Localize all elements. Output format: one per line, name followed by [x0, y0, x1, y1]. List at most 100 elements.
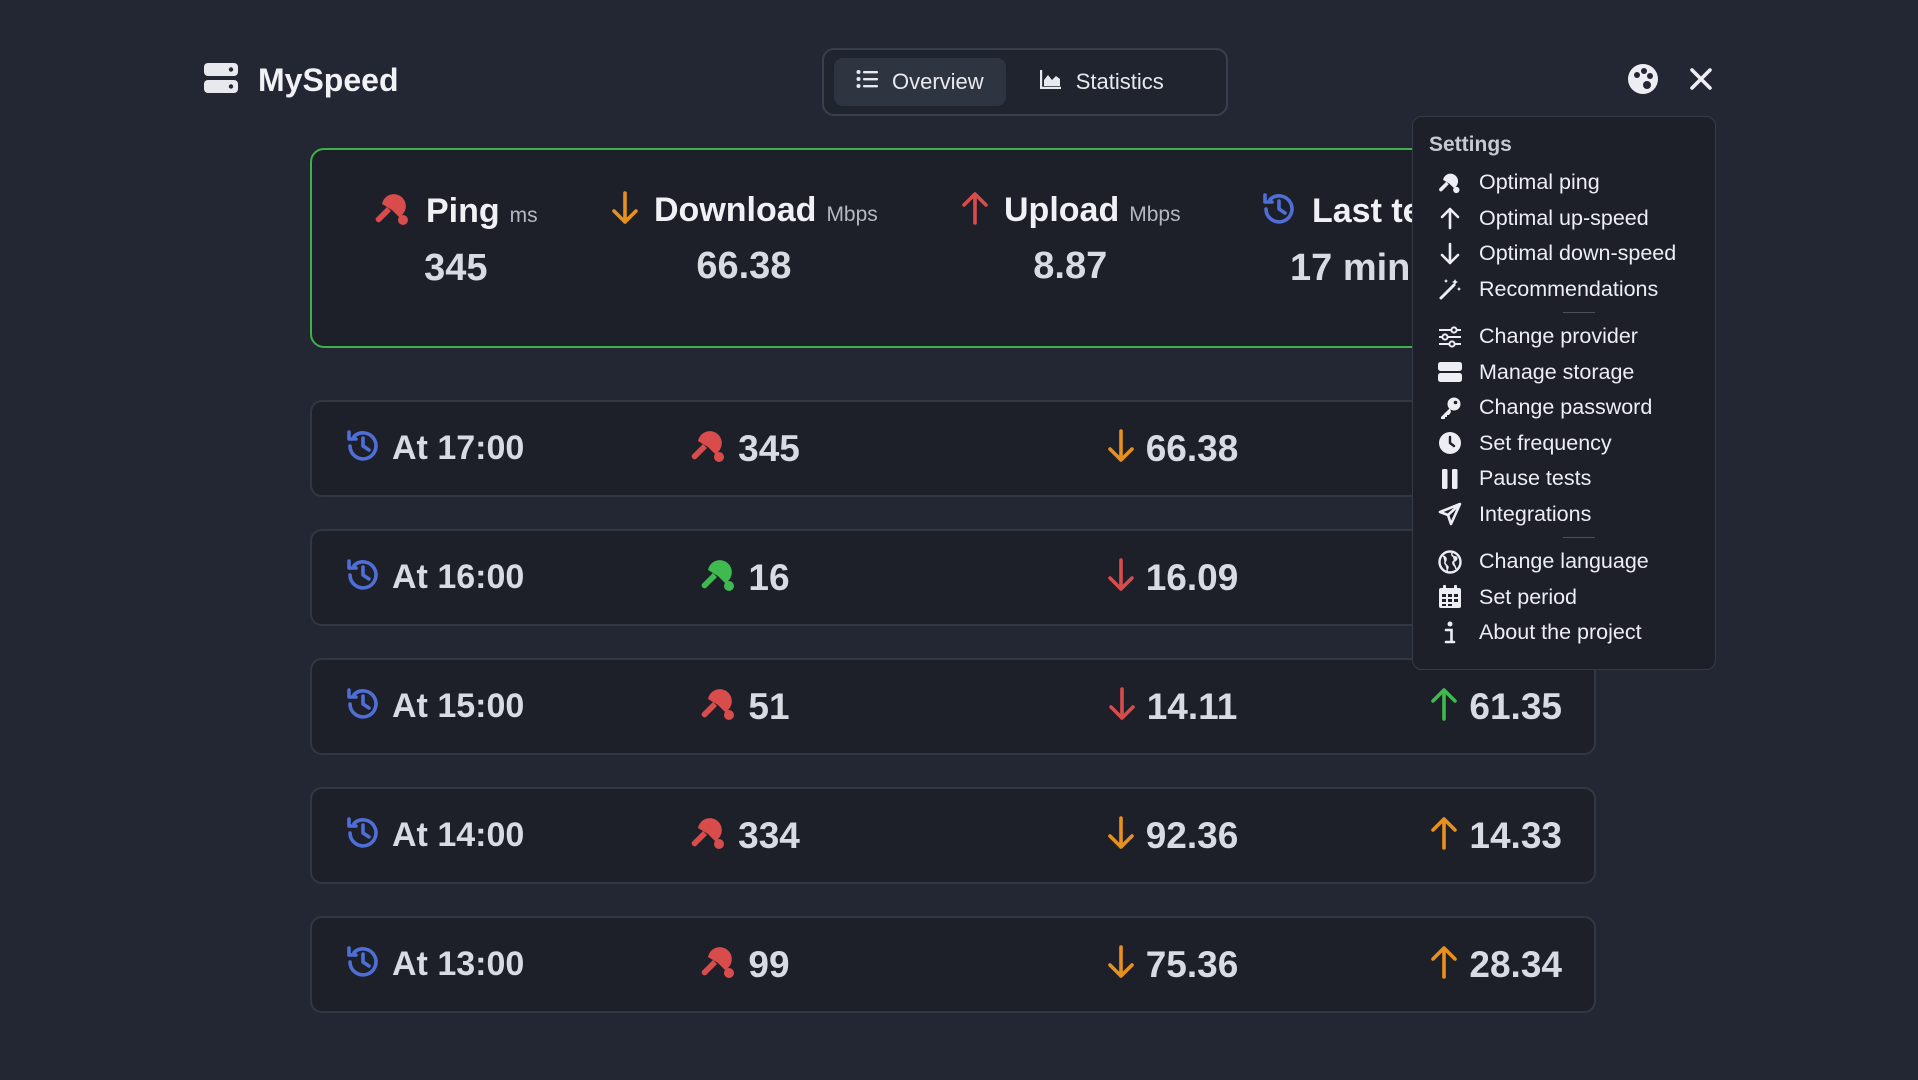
- ping-pong-icon: [690, 427, 728, 470]
- ping-value: 345: [424, 247, 488, 289]
- arrow-up-icon: [960, 190, 990, 231]
- tab-overview[interactable]: Overview: [834, 58, 1006, 106]
- ping-unit: ms: [509, 203, 538, 227]
- menu-item-optimal-up-speed[interactable]: Optimal up-speed: [1427, 201, 1701, 237]
- arrow-down-icon: [1437, 241, 1463, 267]
- download-unit: Mbps: [826, 202, 878, 226]
- menu-divider: [1427, 532, 1701, 544]
- menu-item-label: Recommendations: [1479, 276, 1659, 301]
- summary-upload: Upload Mbps 8.87: [960, 190, 1181, 288]
- menu-item-change-language[interactable]: Change language: [1427, 544, 1701, 580]
- settings-menu: Settings Optimal ping Optimal up-speed O…: [1412, 116, 1716, 670]
- menu-item-change-provider[interactable]: Change provider: [1427, 319, 1701, 355]
- summary-last-test: Last te 17 min: [1260, 190, 1422, 290]
- last-test-label: Last te: [1312, 192, 1422, 230]
- row-upload: 14.33: [1429, 789, 1562, 882]
- row-ping-value: 16: [748, 556, 790, 598]
- arrow-up-icon: [1437, 205, 1463, 231]
- row-download: 66.38: [872, 402, 1472, 495]
- upload-value: 8.87: [1033, 245, 1108, 287]
- download-label: Download: [654, 191, 817, 229]
- menu-item-label: Set period: [1479, 584, 1578, 609]
- test-row[interactable]: At 14:00 334 92.36 14.33: [310, 787, 1596, 884]
- palette-button[interactable]: [1626, 63, 1660, 98]
- arrow-down-icon: [610, 190, 640, 231]
- history-icon: [1260, 190, 1298, 233]
- list-icon: [856, 69, 878, 95]
- arrow-down-icon: [1106, 944, 1136, 985]
- menu-item-integrations[interactable]: Integrations: [1427, 497, 1701, 533]
- calendar-icon: [1437, 584, 1463, 610]
- row-upload: 28.34: [1429, 918, 1562, 1011]
- summary-download: Download Mbps 66.38: [610, 190, 878, 288]
- ping-pong-icon: [690, 814, 728, 857]
- arrow-down-icon: [1106, 557, 1136, 598]
- upload-unit: Mbps: [1129, 202, 1181, 226]
- row-ping-value: 51: [748, 685, 790, 727]
- key-icon: [1437, 395, 1463, 421]
- menu-item-optimal-down-speed[interactable]: Optimal down-speed: [1427, 236, 1701, 272]
- row-upload-value: 61.35: [1469, 685, 1562, 727]
- menu-item-label: Optimal ping: [1479, 170, 1600, 195]
- settings-menu-title: Settings: [1429, 133, 1512, 156]
- latest-test-card: Ping ms 345 Download Mbps 66.38 Upload M: [310, 148, 1596, 348]
- download-value: 66.38: [696, 245, 792, 287]
- menu-item-set-frequency[interactable]: Set frequency: [1427, 426, 1701, 462]
- ping-pong-icon: [1437, 170, 1463, 196]
- menu-item-label: Optimal down-speed: [1479, 241, 1677, 266]
- row-download: 75.36: [872, 918, 1472, 1011]
- close-button[interactable]: [1684, 64, 1718, 98]
- test-row[interactable]: At 15:00 51 14.11 61.35: [310, 658, 1596, 755]
- arrow-up-icon: [1429, 686, 1459, 727]
- arrow-down-icon: [1106, 815, 1136, 856]
- magic-wand-icon: [1437, 276, 1463, 302]
- send-icon: [1437, 501, 1463, 527]
- menu-item-label: Manage storage: [1479, 359, 1635, 384]
- upload-label: Upload: [1004, 191, 1120, 229]
- ping-pong-icon: [700, 943, 738, 986]
- row-download-value: 92.36: [1145, 814, 1239, 856]
- row-ping-value: 99: [748, 943, 790, 985]
- menu-item-about-the-project[interactable]: About the project: [1427, 615, 1701, 651]
- menu-item-change-password[interactable]: Change password: [1427, 390, 1701, 426]
- row-download: 14.11: [872, 660, 1472, 753]
- sliders-icon: [1437, 324, 1463, 350]
- storage-icon: [1437, 359, 1463, 385]
- menu-item-label: Set frequency: [1479, 430, 1612, 455]
- area-chart-icon: [1039, 69, 1062, 95]
- ping-label: Ping: [426, 192, 500, 230]
- menu-item-manage-storage[interactable]: Manage storage: [1427, 355, 1701, 391]
- app-title: MySpeed: [258, 62, 399, 98]
- menu-item-pause-tests[interactable]: Pause tests: [1427, 461, 1701, 497]
- menu-item-set-period[interactable]: Set period: [1427, 580, 1701, 616]
- row-download-value: 75.36: [1145, 943, 1239, 985]
- menu-item-label: Change password: [1479, 395, 1653, 420]
- brand: MySpeed: [204, 62, 398, 99]
- menu-item-label: About the project: [1479, 620, 1642, 645]
- tab-overview-label: Overview: [892, 69, 984, 94]
- ping-pong-icon: [374, 190, 412, 233]
- ping-pong-icon: [700, 685, 738, 728]
- test-row[interactable]: At 17:00 345 66.38: [310, 400, 1596, 497]
- arrow-down-icon: [1107, 686, 1137, 727]
- menu-item-label: Change provider: [1479, 324, 1638, 349]
- row-upload: 61.35: [1429, 660, 1562, 753]
- last-test-value: 17 min: [1290, 247, 1411, 289]
- menu-item-label: Optimal up-speed: [1479, 205, 1649, 230]
- server-icon: [204, 63, 238, 98]
- arrow-down-icon: [1106, 428, 1136, 469]
- menu-item-recommendations[interactable]: Recommendations: [1427, 272, 1701, 308]
- ping-pong-icon: [700, 556, 738, 599]
- row-upload-value: 14.33: [1469, 814, 1562, 856]
- test-row[interactable]: At 16:00 16 16.09: [310, 529, 1596, 626]
- row-ping-value: 345: [738, 427, 800, 469]
- tab-statistics[interactable]: Statistics: [1018, 58, 1186, 106]
- clock-icon: [1437, 430, 1463, 456]
- menu-item-label: Change language: [1479, 549, 1649, 574]
- summary-ping: Ping ms 345: [374, 190, 538, 290]
- app: MySpeed Overview Statistics Ping ms 345 …: [0, 0, 1918, 1080]
- test-row[interactable]: At 13:00 99 75.36 28.34: [310, 916, 1596, 1013]
- menu-item-optimal-ping[interactable]: Optimal ping: [1427, 165, 1701, 201]
- tab-statistics-label: Statistics: [1075, 69, 1164, 94]
- globe-icon: [1437, 549, 1463, 575]
